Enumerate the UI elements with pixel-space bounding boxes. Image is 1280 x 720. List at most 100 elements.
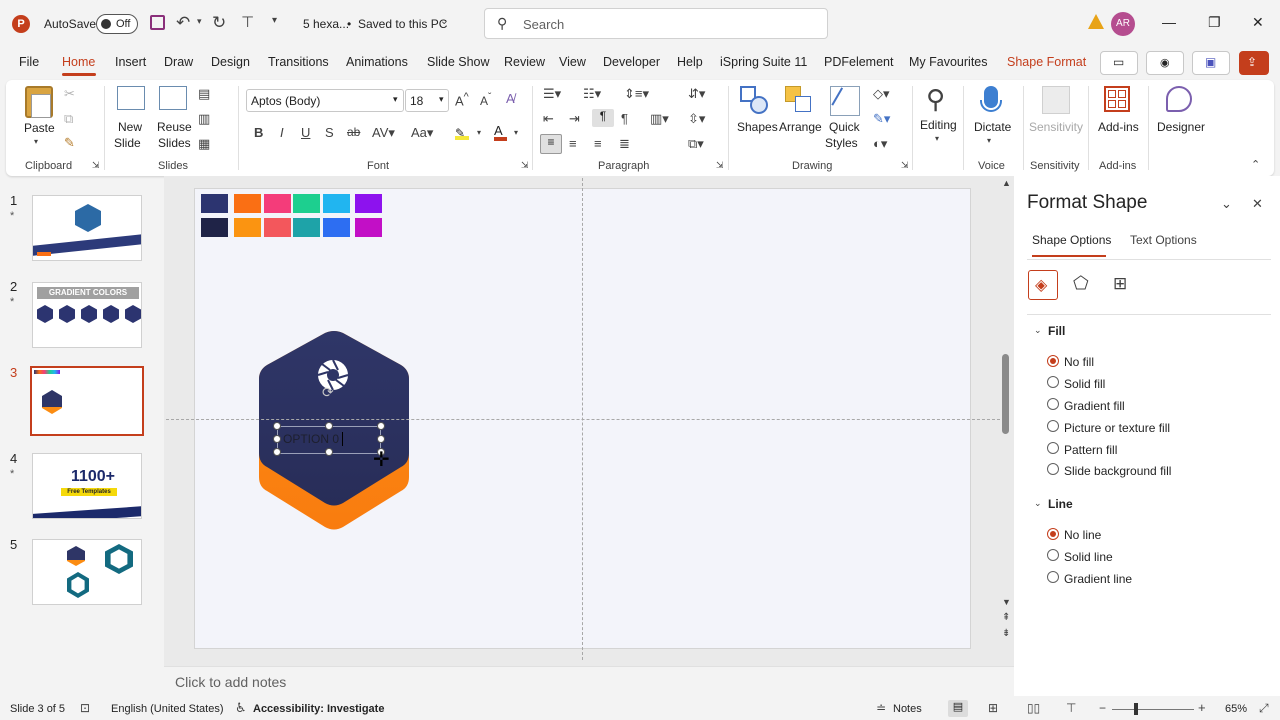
character-spacing-icon[interactable]: AV▾ [372, 125, 395, 141]
tab-my-favourites[interactable]: My Favourites [909, 55, 988, 69]
color-swatch[interactable] [293, 218, 320, 237]
size-properties-icon[interactable]: ⊞ [1113, 274, 1127, 294]
text-direction-icon[interactable]: ⇵▾ [688, 86, 705, 102]
dictate-label[interactable]: Dictate [974, 120, 1011, 134]
chevron-down-icon[interactable]: ▾ [34, 137, 38, 146]
tab-transitions[interactable]: Transitions [268, 55, 329, 69]
notes-icon[interactable]: ≐ [876, 701, 886, 715]
tab-draw[interactable]: Draw [164, 55, 193, 69]
slide-sorter-icon[interactable]: ⊞ [988, 701, 998, 715]
dialog-launcher-icon[interactable]: ⇲ [901, 160, 909, 171]
line-section-header[interactable]: Line [1048, 497, 1073, 511]
slide-show-icon[interactable]: ⊤ [1066, 701, 1076, 715]
resize-handle[interactable] [377, 422, 385, 430]
paste-button-label[interactable]: Paste [24, 121, 55, 135]
option-no-fill[interactable]: No fill [1064, 355, 1094, 369]
slide-thumbnail-2[interactable]: GRADIENT COLORS [32, 282, 142, 348]
zoom-slider-track[interactable] [1112, 709, 1194, 710]
chevron-down-icon[interactable]: ▾ [197, 16, 202, 27]
color-swatch[interactable] [355, 218, 382, 237]
shape-outline-icon[interactable]: ✎▾ [873, 111, 890, 127]
clear-formatting-icon[interactable]: A̸ [506, 91, 515, 106]
dialog-launcher-icon[interactable]: ⇲ [716, 160, 724, 171]
normal-view-icon[interactable]: ▤ [948, 700, 968, 717]
numbering-icon[interactable]: ☷▾ [583, 86, 601, 102]
language-status[interactable]: English (United States) [111, 703, 224, 715]
pane-options-chevron-icon[interactable]: ⌄ [1221, 196, 1232, 212]
slide-thumbnail-5[interactable] [32, 539, 142, 605]
zoom-slider-thumb[interactable] [1134, 703, 1138, 715]
new-slide-icon[interactable] [117, 86, 145, 110]
tab-help[interactable]: Help [677, 55, 703, 69]
radio-slide-background-fill[interactable] [1047, 463, 1059, 475]
effects-icon[interactable]: ⬠ [1073, 273, 1089, 294]
tab-home[interactable]: Home [62, 55, 95, 69]
radio-picture-fill[interactable] [1047, 420, 1059, 432]
chevron-down-icon[interactable]: ▾ [514, 128, 518, 137]
tab-animations[interactable]: Animations [346, 55, 408, 69]
notes-button[interactable]: Notes [893, 703, 922, 715]
option-pattern-fill[interactable]: Pattern fill [1064, 443, 1117, 457]
radio-no-line[interactable] [1047, 528, 1059, 540]
spelling-icon[interactable]: ⊡ [80, 701, 90, 715]
font-size-dropdown[interactable]: 18 ▾ [405, 89, 449, 112]
undo-icon[interactable]: ↶ [176, 13, 190, 33]
radio-solid-line[interactable] [1047, 549, 1059, 561]
option-no-line[interactable]: No line [1064, 528, 1101, 542]
chevron-down-icon[interactable]: ▾ [987, 136, 991, 145]
close-icon[interactable]: ✕ [1252, 14, 1264, 31]
zoom-in-icon[interactable]: + [1198, 700, 1206, 715]
align-center-icon[interactable]: ≡ [569, 136, 577, 151]
editing-search-icon[interactable]: ⚲ [926, 84, 945, 115]
color-swatch[interactable] [293, 194, 320, 213]
minimize-icon[interactable]: — [1162, 14, 1176, 30]
present-icon[interactable]: ⊤ [241, 13, 254, 31]
reuse-slides-icon[interactable] [159, 86, 187, 110]
radio-pattern-fill[interactable] [1047, 442, 1059, 454]
option-gradient-line[interactable]: Gradient line [1064, 572, 1132, 586]
option-solid-line[interactable]: Solid line [1064, 550, 1113, 564]
tab-design[interactable]: Design [211, 55, 250, 69]
radio-no-fill[interactable] [1047, 355, 1059, 367]
chevron-down-icon[interactable]: ▾ [935, 134, 939, 143]
align-right-icon[interactable]: ≡ [594, 136, 602, 151]
vertical-scrollbar-thumb[interactable] [1002, 354, 1009, 434]
tab-file[interactable]: File [19, 55, 39, 69]
align-text-icon[interactable]: ⇳▾ [688, 111, 705, 127]
bold-icon[interactable]: B [254, 125, 263, 140]
shapes-icon[interactable] [740, 86, 770, 116]
color-swatch[interactable] [264, 218, 291, 237]
color-swatch[interactable] [201, 194, 228, 213]
color-swatch[interactable] [234, 194, 261, 213]
accessibility-status[interactable]: Accessibility: Investigate [253, 703, 384, 715]
option-picture-fill[interactable]: Picture or texture fill [1064, 421, 1170, 435]
record-button[interactable]: ◉ [1146, 51, 1184, 75]
resize-handle[interactable] [325, 422, 333, 430]
cut-icon[interactable]: ✂ [64, 86, 75, 102]
font-name-dropdown[interactable]: Aptos (Body) ▾ [246, 89, 404, 112]
color-swatch[interactable] [234, 218, 261, 237]
previous-slide-icon[interactable]: ⇞ [1002, 612, 1010, 623]
strikethrough-icon[interactable]: ab [347, 125, 360, 139]
slide-thumbnail-1[interactable] [32, 195, 142, 261]
font-color-icon[interactable]: A [494, 123, 507, 141]
line-spacing-icon[interactable]: ⇕≡▾ [624, 86, 649, 102]
change-case-icon[interactable]: Aa▾ [411, 125, 433, 141]
section-icon[interactable]: ▦ [198, 136, 210, 152]
dialog-launcher-icon[interactable]: ⇲ [92, 160, 100, 171]
radio-gradient-line[interactable] [1047, 571, 1059, 583]
radio-solid-fill[interactable] [1047, 376, 1059, 388]
share-button[interactable]: ⇪ [1239, 51, 1269, 75]
restore-icon[interactable]: ❐ [1208, 14, 1221, 31]
zoom-out-icon[interactable]: − [1099, 701, 1106, 715]
resize-handle[interactable] [377, 435, 385, 443]
reuse-slides-label-2[interactable]: Slides [158, 136, 191, 150]
designer-label[interactable]: Designer [1157, 120, 1205, 134]
arrange-label[interactable]: Arrange [779, 120, 822, 134]
shadow-icon[interactable]: S [325, 125, 334, 140]
color-swatch[interactable] [264, 194, 291, 213]
color-swatch[interactable] [355, 194, 382, 213]
collapse-ribbon-icon[interactable]: ⌃ [1251, 158, 1260, 171]
color-swatch[interactable] [323, 194, 350, 213]
accessibility-icon[interactable]: ♿ [235, 700, 247, 716]
